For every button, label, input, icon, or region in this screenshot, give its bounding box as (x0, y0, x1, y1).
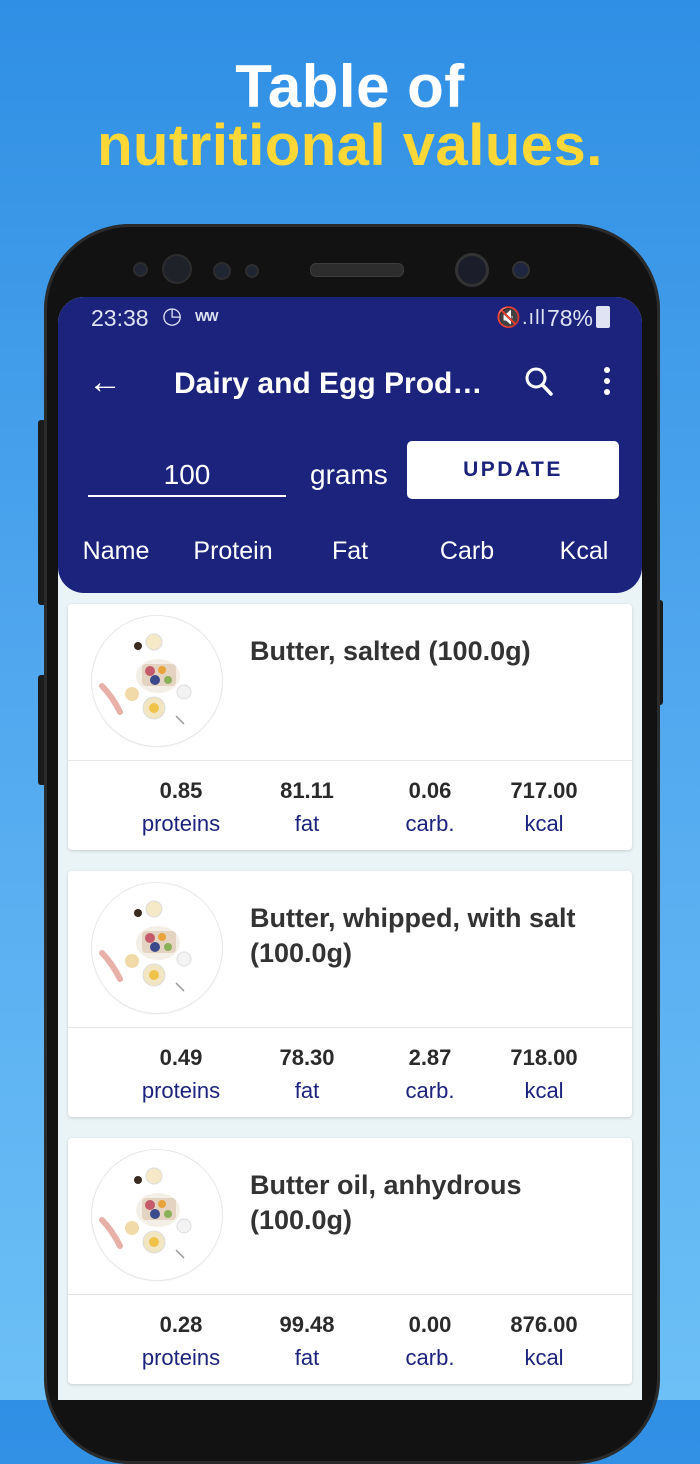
fat-unit: fat (294, 1345, 320, 1370)
column-header-kcal[interactable]: Kcal (560, 537, 609, 566)
app-screen: 23:38 ◷ WW 🔇.ıll 78% ← Dairy and Egg Pro… (58, 297, 642, 1400)
back-arrow-icon[interactable]: ← (88, 363, 122, 402)
carb-metric: 2.87 carb. (375, 1045, 485, 1104)
fat-unit: fat (294, 1078, 320, 1103)
card-divider (68, 1027, 632, 1028)
food-card[interactable]: Butter, salted (100.0g) 0.85 proteins 81… (68, 604, 632, 850)
front-camera (455, 253, 489, 287)
food-card[interactable]: Butter, whipped, with salt (100.0g) 0.49… (68, 871, 632, 1117)
food-plate-image (99, 633, 192, 725)
grams-label: grams (310, 459, 388, 490)
notification-icon: WW (195, 309, 219, 324)
kcal-metric: 718.00 kcal (489, 1045, 599, 1104)
fat-value: 81.11 (280, 778, 334, 803)
food-card[interactable]: Butter oil, anhydrous (100.0g) 0.28 prot… (68, 1138, 632, 1384)
protein-value: 0.28 (159, 1312, 203, 1337)
food-name: Butter, salted (100.0g) (250, 636, 531, 666)
page-title: Dairy and Egg Products (174, 367, 489, 400)
protein-unit: proteins (141, 1078, 221, 1103)
protein-metric: 0.28 proteins (126, 1312, 236, 1371)
kcal-unit: kcal (524, 1078, 564, 1103)
grams-input[interactable] (88, 455, 286, 497)
protein-unit: proteins (141, 811, 221, 836)
kcal-metric: 876.00 kcal (489, 1312, 599, 1371)
carb-unit: carb. (405, 811, 455, 836)
fat-metric: 81.11 fat (252, 778, 362, 837)
earpiece-speaker (310, 263, 404, 277)
protein-metric: 0.49 proteins (126, 1045, 236, 1104)
iris-sensor (162, 254, 192, 284)
proximity-sensor (133, 262, 148, 277)
column-header-carb[interactable]: Carb (440, 537, 494, 566)
fat-unit: fat (294, 811, 320, 836)
kcal-value: 718.00 (510, 1045, 578, 1070)
protein-value: 0.85 (159, 778, 203, 803)
column-headers: Name Protein Fat Carb Kcal (58, 537, 642, 573)
kcal-metric: 717.00 kcal (489, 778, 599, 837)
protein-metric: 0.85 proteins (126, 778, 236, 837)
battery-indicator: 78% (547, 305, 610, 332)
carb-unit: carb. (405, 1078, 455, 1103)
carb-value: 0.06 (408, 778, 452, 803)
protein-value: 0.49 (159, 1045, 203, 1070)
search-icon[interactable] (524, 365, 554, 399)
carb-value: 2.87 (408, 1045, 452, 1070)
battery-level: 78% (546, 305, 593, 331)
kcal-unit: kcal (524, 811, 564, 836)
kcal-unit: kcal (524, 1345, 564, 1370)
carb-metric: 0.06 carb. (375, 778, 485, 837)
signal-icon: 🔇.ıll (496, 307, 546, 329)
promo-headline-line1: Table of (235, 53, 465, 120)
carb-value: 0.00 (408, 1312, 452, 1337)
kcal-value: 717.00 (510, 778, 578, 803)
alarm-icon: ◷ (162, 302, 183, 328)
protein-unit: proteins (141, 1345, 221, 1370)
food-plate-image (99, 1167, 192, 1259)
fat-value: 99.48 (279, 1312, 335, 1337)
column-header-protein[interactable]: Protein (193, 537, 272, 566)
column-header-name[interactable]: Name (83, 537, 150, 566)
status-bar: 23:38 ◷ WW 🔇.ıll 78% (58, 297, 642, 339)
food-thumbnail (92, 883, 222, 1013)
fat-value: 78.30 (279, 1045, 335, 1070)
food-name: Butter, whipped, with salt (100.0g) (250, 903, 576, 968)
light-sensor (213, 262, 231, 280)
more-options-icon[interactable] (602, 367, 612, 397)
battery-icon (596, 306, 610, 328)
fat-metric: 99.48 fat (252, 1312, 362, 1371)
food-plate-image (99, 900, 192, 992)
app-bar: 23:38 ◷ WW 🔇.ıll 78% ← Dairy and Egg Pro… (58, 297, 642, 593)
carb-unit: carb. (405, 1345, 455, 1370)
card-divider (68, 1294, 632, 1295)
food-thumbnail (92, 616, 222, 746)
carb-metric: 0.00 carb. (375, 1312, 485, 1371)
led-indicator (245, 264, 259, 278)
food-thumbnail (92, 1150, 222, 1280)
fat-metric: 78.30 fat (252, 1045, 362, 1104)
kcal-value: 876.00 (510, 1312, 578, 1337)
food-name: Butter oil, anhydrous (100.0g) (250, 1170, 522, 1235)
card-divider (68, 760, 632, 761)
column-header-fat[interactable]: Fat (332, 537, 368, 566)
promo-headline-line2: nutritional values. (97, 113, 603, 178)
iris-camera (512, 261, 530, 279)
status-time: 23:38 (91, 305, 149, 331)
update-button[interactable]: UPDATE (407, 441, 619, 499)
